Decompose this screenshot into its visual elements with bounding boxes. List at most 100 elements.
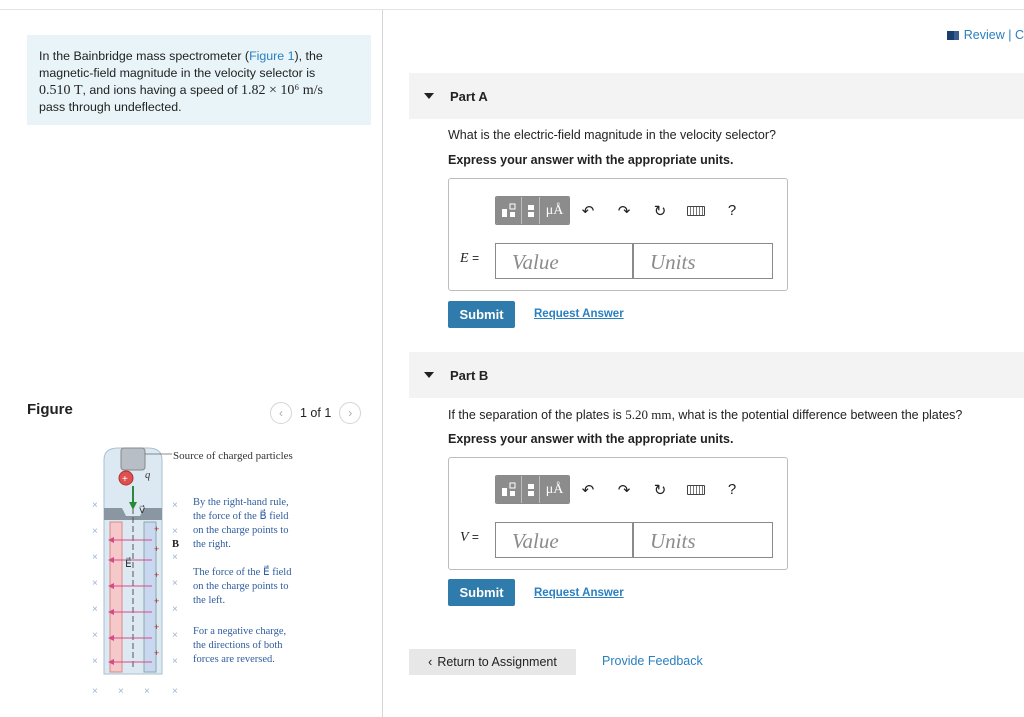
- figure-note-b: By the right-hand rule, the force of the…: [193, 496, 289, 552]
- return-to-assignment-button[interactable]: ‹ Return to Assignment: [409, 649, 576, 675]
- svg-text:+: +: [154, 622, 159, 632]
- svg-text:×: ×: [118, 686, 124, 697]
- svg-text:×: ×: [172, 686, 178, 697]
- units-button[interactable]: μÅ: [539, 197, 569, 224]
- question-text: , what is the potential difference betwe…: [671, 408, 963, 422]
- figure-image: × × × × × × × × × × × × × × × × × × + + …: [88, 440, 328, 705]
- svg-text:×: ×: [172, 552, 178, 563]
- book-icon: [946, 30, 959, 40]
- figure-link[interactable]: Figure 1: [249, 49, 294, 63]
- undo-icon[interactable]: ↶: [570, 197, 606, 225]
- part-b-value-input[interactable]: Value: [495, 522, 633, 558]
- source-label: Source of charged particles: [173, 450, 293, 462]
- part-a-request-answer[interactable]: Request Answer: [534, 308, 624, 320]
- figure-note-negative: For a negative charge, the directions of…: [193, 625, 286, 667]
- return-label: Return to Assignment: [437, 655, 557, 669]
- svg-text:×: ×: [172, 500, 178, 511]
- part-b-header[interactable]: Part B: [409, 352, 1024, 398]
- figure-note-e: The force of the E⃗ field on the charge …: [193, 566, 291, 608]
- note-line: The force of the E⃗ field: [193, 567, 292, 578]
- reset-icon[interactable]: ↻: [642, 476, 678, 504]
- template-buttons: μÅ: [495, 196, 570, 225]
- fraction-template-button[interactable]: [496, 197, 521, 224]
- charge-label: q: [145, 470, 151, 481]
- svg-text:×: ×: [92, 552, 98, 563]
- part-a-question: What is the electric-field magnitude in …: [448, 128, 776, 142]
- b-value: 0.510: [39, 83, 71, 98]
- template-button[interactable]: [521, 476, 539, 503]
- question-text: If the separation of the plates is: [448, 408, 622, 422]
- note-line: the force of the B⃗ field: [193, 511, 289, 522]
- speed-value: 1.82 × 10⁶ m/s: [240, 83, 323, 98]
- part-a-header[interactable]: Part A: [409, 73, 1024, 119]
- provide-feedback-link[interactable]: Provide Feedback: [602, 654, 703, 668]
- math-toolbar: μÅ ↶ ↷ ↻ ?: [495, 475, 750, 504]
- note-line: By the right-hand rule,: [193, 497, 289, 508]
- redo-icon[interactable]: ↷: [606, 197, 642, 225]
- svg-text:+: +: [154, 648, 159, 658]
- b-field-label: B⃗: [172, 539, 188, 550]
- redo-icon[interactable]: ↷: [606, 476, 642, 504]
- note-line: on the charge points to: [193, 525, 289, 536]
- velocity-label: v⃗: [139, 505, 146, 516]
- svg-text:×: ×: [172, 656, 178, 667]
- template-icon: [501, 482, 515, 496]
- caret-down-icon: [424, 93, 434, 99]
- b-unit: T: [73, 83, 83, 98]
- help-button[interactable]: ?: [714, 197, 750, 225]
- next-figure-button[interactable]: ›: [339, 402, 362, 424]
- part-a-units-input[interactable]: Units: [633, 243, 773, 279]
- svg-text:+: +: [154, 524, 159, 534]
- svg-text:×: ×: [92, 578, 98, 589]
- keyboard-icon[interactable]: [678, 476, 714, 504]
- part-a-variable: E =: [460, 251, 480, 266]
- part-b-answer-box: μÅ ↶ ↷ ↻ ? V = Value Units: [448, 457, 788, 570]
- prev-figure-button[interactable]: ‹: [270, 402, 292, 424]
- svg-text:×: ×: [92, 686, 98, 697]
- svg-text:×: ×: [144, 686, 150, 697]
- svg-text:×: ×: [92, 656, 98, 667]
- math-toolbar: μÅ ↶ ↷ ↻ ?: [495, 196, 750, 225]
- template-icon: [527, 204, 534, 217]
- units-button[interactable]: μÅ: [539, 476, 569, 503]
- note-line: the left.: [193, 595, 226, 606]
- note-line: the directions of both: [193, 640, 283, 651]
- note-line: the right.: [193, 539, 231, 550]
- part-b-title: Part B: [450, 367, 489, 383]
- svg-text:×: ×: [172, 604, 178, 615]
- top-divider: [0, 9, 1024, 10]
- intro-text: , and ions having a speed of: [82, 83, 238, 97]
- part-a-value-input[interactable]: Value: [495, 243, 633, 279]
- part-b-submit-button[interactable]: Submit: [448, 579, 515, 606]
- note-line: For a negative charge,: [193, 626, 287, 637]
- part-b-request-answer[interactable]: Request Answer: [534, 587, 624, 599]
- svg-text:×: ×: [92, 604, 98, 615]
- column-divider: [382, 10, 383, 717]
- intro-text: In the Bainbridge mass spectrometer (: [39, 49, 250, 63]
- intro-text: pass through undeflected.: [39, 100, 182, 114]
- svg-text:×: ×: [172, 526, 178, 537]
- separation-value: 5.20 mm: [625, 407, 672, 422]
- fraction-template-button[interactable]: [496, 476, 521, 503]
- svg-text:×: ×: [92, 526, 98, 537]
- part-a-instruction: Express your answer with the appropriate…: [448, 153, 734, 167]
- svg-text:+: +: [122, 474, 128, 485]
- svg-text:+: +: [154, 596, 159, 606]
- part-a-title: Part A: [450, 88, 488, 104]
- note-line: forces are reversed.: [193, 654, 275, 665]
- svg-text:+: +: [154, 544, 159, 554]
- help-button[interactable]: ?: [714, 476, 750, 504]
- reset-icon[interactable]: ↻: [642, 197, 678, 225]
- template-buttons: μÅ: [495, 475, 570, 504]
- svg-text:×: ×: [172, 630, 178, 641]
- part-b-question: If the separation of the plates is 5.20 …: [448, 407, 962, 423]
- part-b-units-input[interactable]: Units: [633, 522, 773, 558]
- keyboard-icon[interactable]: [678, 197, 714, 225]
- review-link[interactable]: Review | C: [946, 28, 1024, 42]
- svg-text:×: ×: [92, 500, 98, 511]
- undo-icon[interactable]: ↶: [570, 476, 606, 504]
- figure-title: Figure: [27, 401, 73, 418]
- part-a-submit-button[interactable]: Submit: [448, 301, 515, 328]
- template-button[interactable]: [521, 197, 539, 224]
- chevron-left-icon: ‹: [428, 655, 433, 669]
